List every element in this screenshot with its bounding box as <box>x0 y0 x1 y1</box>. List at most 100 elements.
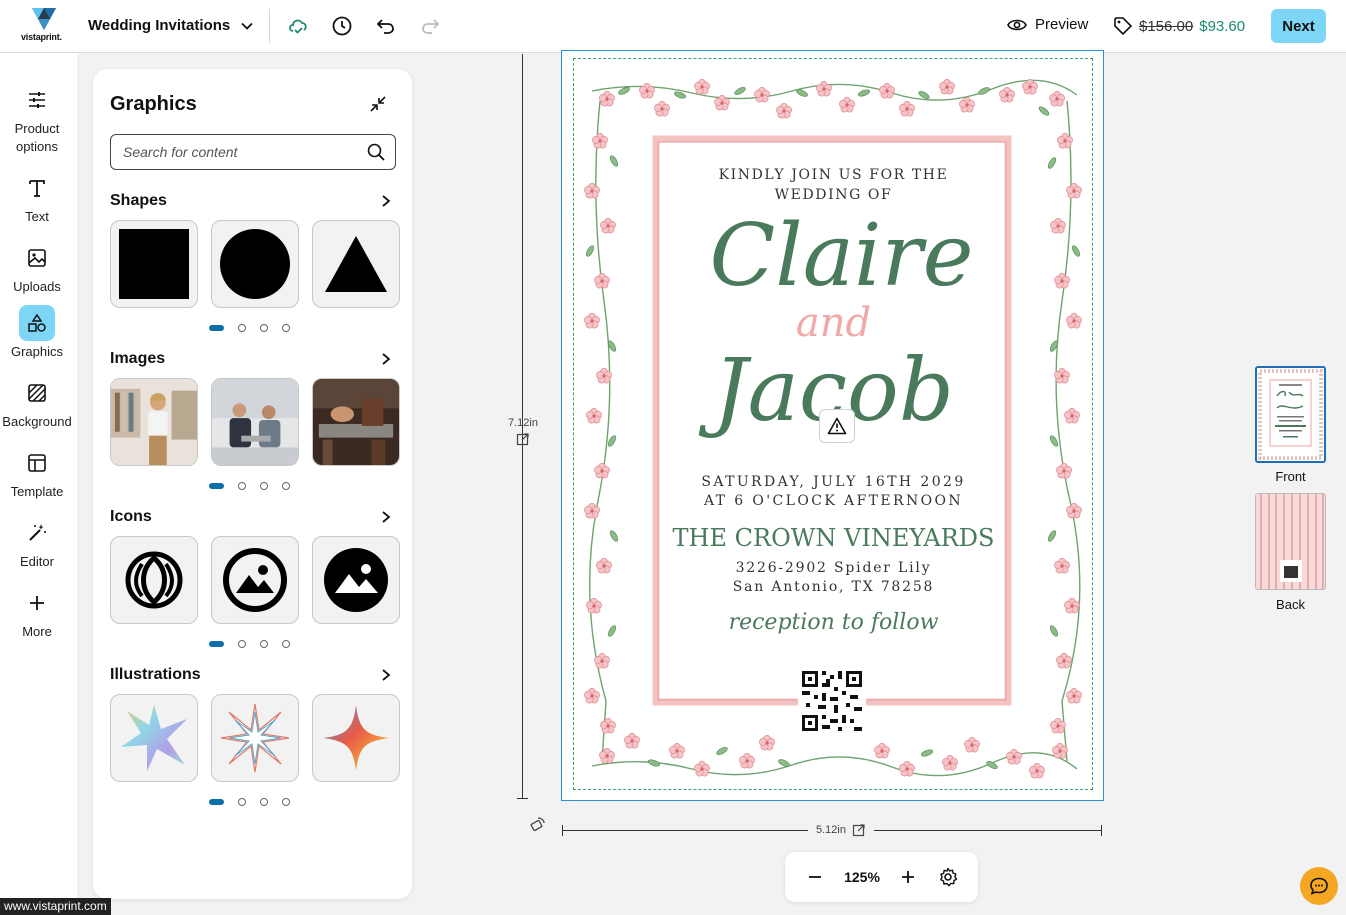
plus-icon <box>902 871 914 883</box>
page-dot[interactable] <box>282 798 290 806</box>
page-dot[interactable] <box>238 640 246 648</box>
name-claire[interactable]: Claire <box>570 206 1113 306</box>
plus-icon <box>19 585 55 621</box>
page-dot[interactable] <box>209 799 224 805</box>
rail-item-uploads[interactable]: Uploads <box>0 240 74 296</box>
sliders-icon <box>19 82 55 118</box>
chevron-right-icon[interactable] <box>376 349 396 369</box>
redo-button[interactable] <box>418 14 442 38</box>
image-woodworking-tile[interactable] <box>312 378 400 466</box>
illustration-holographic-star-tile[interactable] <box>110 694 198 782</box>
page-dot[interactable] <box>209 325 224 331</box>
page-dot[interactable] <box>260 798 268 806</box>
height-indicator[interactable]: 7.12in <box>508 417 538 449</box>
and-text[interactable]: and <box>562 301 1105 345</box>
shape-triangle-tile[interactable] <box>312 220 400 308</box>
original-price: $156.00 <box>1139 17 1194 35</box>
back-page-preview <box>1256 494 1325 589</box>
zoom-level[interactable]: 125% <box>841 869 883 885</box>
rail-item-more[interactable]: More <box>0 585 74 641</box>
rail-item-background[interactable]: Background <box>0 375 74 431</box>
page-dot[interactable] <box>238 324 246 332</box>
invite-time[interactable]: AT 6 O'CLOCK AFTERNOON <box>562 492 1105 511</box>
width-label: 5.12in <box>816 824 846 836</box>
invite-line-2[interactable]: WEDDING OF <box>562 185 1105 205</box>
rail-item-product-options[interactable]: Product options <box>0 82 74 156</box>
warning-button[interactable] <box>819 409 855 443</box>
rail-label: Editor <box>20 554 54 569</box>
shape-circle-tile[interactable] <box>211 220 299 308</box>
page-dot[interactable] <box>260 482 268 490</box>
page-dot[interactable] <box>282 640 290 648</box>
zoom-out-button[interactable] <box>800 862 830 892</box>
triangle-shape <box>325 236 387 292</box>
template-icon <box>19 445 55 481</box>
next-button[interactable]: Next <box>1271 9 1326 43</box>
icon-leaf-circle-tile[interactable] <box>110 536 198 624</box>
chevron-right-icon[interactable] <box>376 507 396 527</box>
search-input[interactable] <box>123 144 367 160</box>
section-title: Shapes <box>110 192 167 209</box>
zoom-control: 125% <box>785 852 978 902</box>
section-title: Icons <box>110 508 152 525</box>
rail-item-editor[interactable]: Editor <box>0 515 74 571</box>
preview-label: Preview <box>1035 16 1089 33</box>
undo-button[interactable] <box>374 14 398 38</box>
price-tag-icon <box>1114 17 1133 36</box>
invite-venue[interactable]: THE CROWN VINEYARDS <box>562 523 1105 553</box>
clothing-store-photo <box>111 379 197 465</box>
illustration-line-starburst-tile[interactable] <box>211 694 299 782</box>
edit-size-icon <box>516 433 529 446</box>
page-dot[interactable] <box>209 483 224 489</box>
image-business-meeting-tile[interactable] <box>211 378 299 466</box>
page-dot[interactable] <box>282 324 290 332</box>
section-header-images: Images <box>110 349 396 369</box>
chat-support-button[interactable] <box>1300 867 1338 905</box>
canvas-settings-button[interactable] <box>933 862 963 892</box>
shapes-icon <box>19 305 55 341</box>
page-thumbnail-front[interactable] <box>1255 366 1326 463</box>
woodworking-photo <box>313 379 399 465</box>
illustrations-pagination <box>209 798 290 806</box>
page-thumbnail-back[interactable] <box>1255 493 1326 590</box>
invite-address-2[interactable]: San Antonio, TX 78258 <box>562 578 1105 597</box>
preview-button[interactable]: Preview <box>1007 16 1088 33</box>
gradient-sparkle-illustration <box>323 705 389 771</box>
icon-image-circle-filled-tile[interactable] <box>312 536 400 624</box>
holographic-star-illustration <box>121 705 187 771</box>
page-dot[interactable] <box>282 482 290 490</box>
shape-square-tile[interactable] <box>110 220 198 308</box>
invite-line-1[interactable]: KINDLY JOIN US FOR THE <box>562 165 1105 185</box>
width-indicator[interactable]: 5.12in <box>808 823 874 837</box>
invite-address-1[interactable]: 3226-2902 Spider Lily <box>562 559 1105 578</box>
design-canvas[interactable]: KINDLY JOIN US FOR THE WEDDING OF Claire… <box>561 50 1104 801</box>
shapes-tiles <box>110 220 400 308</box>
zoom-in-button[interactable] <box>893 862 923 892</box>
invite-date[interactable]: SATURDAY, JULY 16TH 2029 <box>562 473 1105 492</box>
illustration-gradient-sparkle-tile[interactable] <box>312 694 400 782</box>
search-icon[interactable] <box>367 143 385 161</box>
page-dot[interactable] <box>238 798 246 806</box>
document-title-dropdown[interactable]: Wedding Invitations <box>88 17 254 34</box>
collapse-panel-button[interactable] <box>368 94 388 114</box>
illustrations-tiles <box>110 694 400 782</box>
rail-item-text[interactable]: Text <box>0 170 74 226</box>
rotate-icon[interactable] <box>528 816 546 834</box>
chevron-right-icon[interactable] <box>376 191 396 211</box>
search-field <box>110 134 396 170</box>
invite-reception[interactable]: reception to follow <box>562 609 1105 637</box>
history-button[interactable] <box>330 14 354 38</box>
cloud-saved-button[interactable] <box>286 14 310 38</box>
page-dot[interactable] <box>260 324 268 332</box>
rail-item-graphics[interactable]: Graphics <box>0 305 74 361</box>
image-clothing-store-tile[interactable] <box>110 378 198 466</box>
page-dot[interactable] <box>260 640 268 648</box>
icon-image-circle-outline-tile[interactable] <box>211 536 299 624</box>
page-dot[interactable] <box>209 641 224 647</box>
rail-item-template[interactable]: Template <box>0 445 74 501</box>
front-page-label: Front <box>1275 469 1306 484</box>
back-page-label: Back <box>1276 597 1305 612</box>
page-dot[interactable] <box>238 482 246 490</box>
chevron-down-icon <box>241 22 253 30</box>
chevron-right-icon[interactable] <box>376 665 396 685</box>
